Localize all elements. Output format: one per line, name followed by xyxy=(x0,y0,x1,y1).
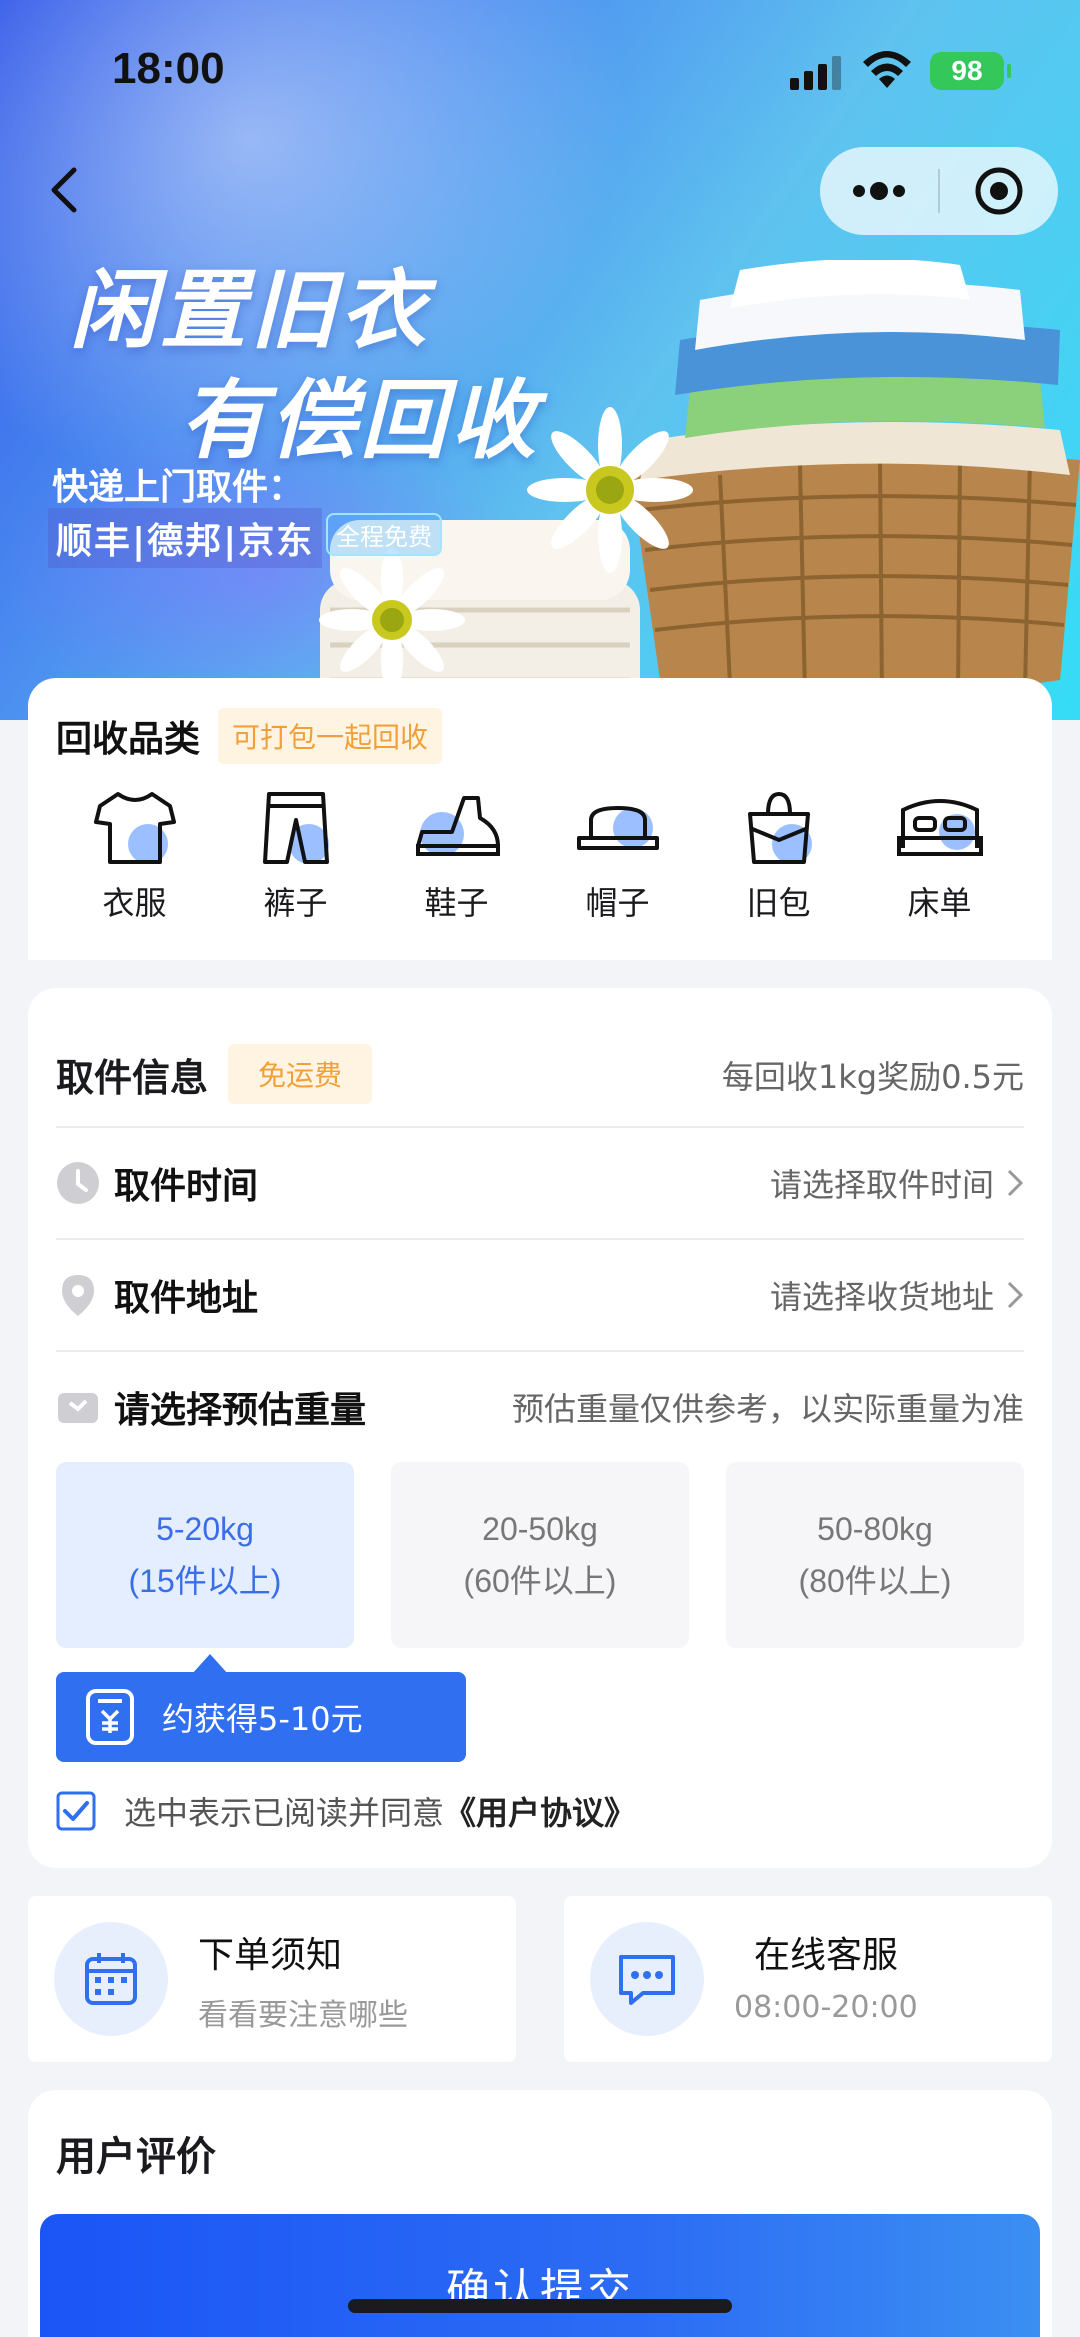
weight-label: 请选择预估重量 xyxy=(114,1390,367,1431)
chat-bubble-icon xyxy=(619,1955,675,2005)
submit-button[interactable]: 确认提交 xyxy=(40,2214,1040,2337)
category-label: 床单 xyxy=(907,884,972,922)
banner-title-line2: 有偿回收 xyxy=(180,371,540,471)
weight-note: 预估重量仅供参考，以实际重量为准 xyxy=(511,1390,1024,1428)
clock-icon xyxy=(57,1162,99,1204)
agreement-checkbox[interactable] xyxy=(56,1791,96,1831)
calendar-icon xyxy=(85,1953,137,2005)
weight-count: (15件以上) xyxy=(128,1563,282,1599)
more-dots-icon xyxy=(853,182,905,200)
category-tag: 可打包一起回收 xyxy=(218,708,443,764)
bed-icon xyxy=(896,799,983,856)
user-agreement-link[interactable]: 《用户协议》 xyxy=(444,1788,636,1834)
close-miniapp-button[interactable] xyxy=(940,147,1058,235)
banner-free-badge: 全程免费 xyxy=(326,513,442,556)
bag-icon xyxy=(747,791,812,864)
weight-row: 请选择预估重量 预估重量仅供参考，以实际重量为准 xyxy=(56,1350,1024,1462)
weight-range: 20-50kg xyxy=(482,1511,598,1547)
wifi-icon xyxy=(863,51,911,88)
money-bag-icon xyxy=(86,1689,134,1745)
weight-option-50-80[interactable]: 50-80kg (80件以上) xyxy=(726,1462,1024,1648)
category-item-clothes[interactable]: 衣服 xyxy=(54,788,215,924)
category-item-hats[interactable]: 帽子 xyxy=(537,788,698,924)
service-title: 在线客服 xyxy=(754,1935,899,1976)
battery-indicator: 98 xyxy=(930,52,1011,90)
target-close-icon xyxy=(975,167,1023,215)
notice-icon-circle xyxy=(54,1922,168,2036)
pickup-address-row[interactable]: 取件地址 请选择收货地址 xyxy=(56,1238,1024,1350)
home-indicator xyxy=(348,2299,732,2313)
more-options-button[interactable] xyxy=(820,147,938,235)
category-label: 裤子 xyxy=(263,884,328,922)
weight-range: 5-20kg xyxy=(156,1511,254,1547)
location-pin-icon xyxy=(62,1275,94,1316)
category-title: 回收品类 xyxy=(56,719,201,760)
notice-title: 下单须知 xyxy=(198,1935,343,1976)
shoe-icon xyxy=(415,796,500,856)
pickup-address-value: 请选择收货地址 xyxy=(769,1278,994,1316)
service-icon-circle xyxy=(590,1922,704,2036)
chevron-right-icon xyxy=(1007,1169,1024,1197)
pickup-info-card: 取件信息 免运费 每回收1kg奖励0.5元 取件时间 请选择取件时间 取件地址 … xyxy=(28,988,1052,1868)
service-hours: 08:00-20:00 xyxy=(734,1990,918,2025)
scale-icon xyxy=(58,1393,98,1423)
category-label: 衣服 xyxy=(102,884,167,922)
online-service-card[interactable]: 在线客服 08:00-20:00 xyxy=(564,1896,1052,2062)
shirt-icon xyxy=(93,792,176,864)
status-bar: 18:00 98 xyxy=(0,0,1080,140)
pickup-time-label: 取件时间 xyxy=(114,1166,259,1207)
category-item-bedsheets[interactable]: 床单 xyxy=(859,788,1020,924)
category-list: 衣服 裤子 鞋子 帽子 旧包 床单 xyxy=(28,788,1052,924)
category-card: 回收品类 可打包一起回收 衣服 裤子 鞋子 帽子 旧包 床单 xyxy=(28,678,1052,960)
free-shipping-tag: 免运费 xyxy=(228,1044,373,1104)
weight-option-5-20[interactable]: 5-20kg (15件以上) xyxy=(56,1462,354,1648)
weight-count: (80件以上) xyxy=(798,1563,952,1599)
miniapp-capsule xyxy=(820,147,1058,235)
back-arrow-icon[interactable] xyxy=(40,160,90,220)
weight-count: (60件以上) xyxy=(463,1563,617,1599)
notice-subtitle: 看看要注意哪些 xyxy=(198,1998,408,2033)
estimate-banner: 约获得5-10元 xyxy=(56,1654,466,1762)
cellular-signal-icon xyxy=(790,56,841,90)
weight-range: 50-80kg xyxy=(817,1511,933,1547)
category-label: 鞋子 xyxy=(424,884,489,922)
order-notice-card[interactable]: 下单须知 看看要注意哪些 xyxy=(28,1896,516,2062)
pants-icon xyxy=(262,792,329,864)
hat-icon xyxy=(576,805,659,850)
pickup-title: 取件信息 xyxy=(56,1055,209,1100)
category-label: 帽子 xyxy=(585,884,650,922)
status-time: 18:00 xyxy=(112,44,225,93)
pickup-address-label: 取件地址 xyxy=(114,1278,259,1319)
category-item-shoes[interactable]: 鞋子 xyxy=(376,788,537,924)
weight-options: 5-20kg (15件以上) 20-50kg (60件以上) 50-80kg (… xyxy=(56,1462,1024,1648)
pickup-time-row[interactable]: 取件时间 请选择取件时间 xyxy=(56,1126,1024,1238)
reward-note: 每回收1kg奖励0.5元 xyxy=(721,1058,1024,1096)
category-item-pants[interactable]: 裤子 xyxy=(215,788,376,924)
agreement-text: 选中表示已阅读并同意 xyxy=(124,1794,445,1832)
agreement: 选中表示已阅读并同意 《用户协议》 xyxy=(56,1788,636,1834)
estimate-text: 约获得5-10元 xyxy=(162,1700,363,1738)
reviews-title: 用户评价 xyxy=(56,2134,216,2180)
chevron-right-icon xyxy=(1007,1281,1024,1309)
banner-title-line1: 闲置旧衣 xyxy=(70,261,430,361)
category-label: 旧包 xyxy=(746,884,811,922)
banner-subtitle-line2: 顺丰|德邦|京东 xyxy=(48,508,323,568)
banner-subtitle-line1: 快递上门取件： xyxy=(52,467,305,508)
weight-option-20-50[interactable]: 20-50kg (60件以上) xyxy=(391,1462,689,1648)
category-item-bags[interactable]: 旧包 xyxy=(698,788,859,924)
pickup-time-value: 请选择取件时间 xyxy=(769,1166,994,1204)
